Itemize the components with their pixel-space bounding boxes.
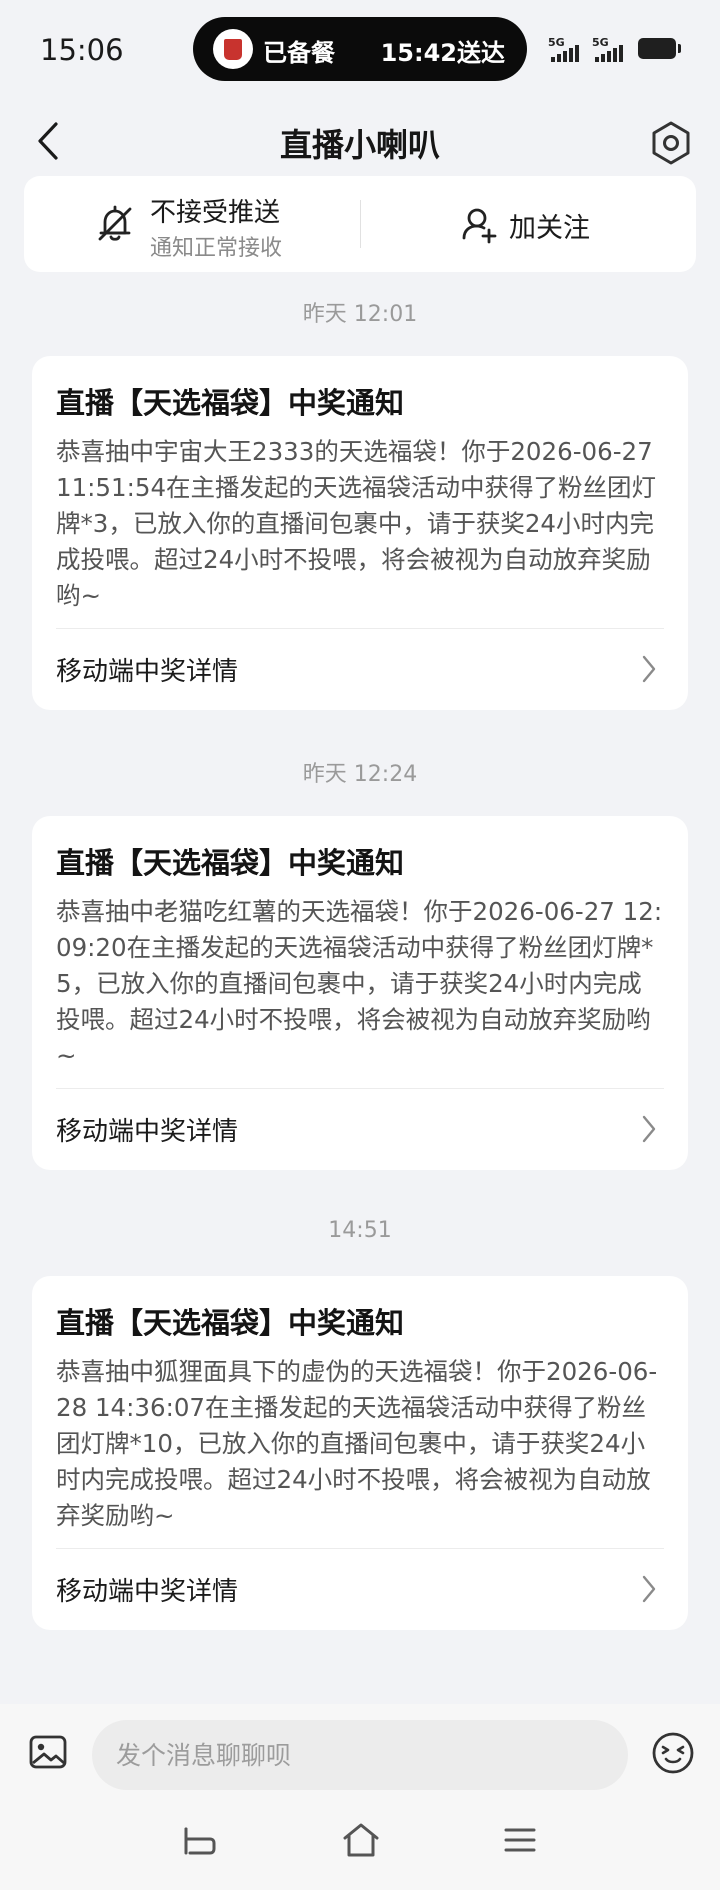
push-toggle[interactable]: 不接受推送 通知正常接收 bbox=[24, 176, 360, 272]
hexagon-settings-icon bbox=[652, 121, 690, 165]
menu-icon bbox=[504, 1828, 536, 1852]
nav-home-button[interactable] bbox=[340, 1820, 382, 1860]
chevron-right-icon bbox=[642, 1575, 656, 1603]
battery-icon bbox=[638, 38, 681, 59]
message-title: 直播【天选福袋】中奖通知 bbox=[56, 386, 405, 420]
push-settings-panel: 不接受推送 通知正常接收 加关注 bbox=[24, 176, 696, 272]
message-card: 直播【天选福袋】中奖通知 恭喜抽中狐狸面具下的虚伪的天选福袋！你于2026-06… bbox=[32, 1276, 688, 1630]
add-follow-icon bbox=[462, 208, 497, 244]
header: 直播小喇叭 bbox=[0, 96, 720, 186]
prize-details-link[interactable]: 移动端中奖详情 bbox=[32, 1089, 688, 1170]
push-title: 不接受推送 bbox=[150, 198, 281, 228]
emoji-button[interactable] bbox=[650, 1730, 696, 1776]
message-timestamp: 昨天 12:01 bbox=[302, 302, 418, 327]
island-eta: 15:42送达 bbox=[380, 39, 505, 67]
message-composer bbox=[0, 1704, 720, 1800]
follow-button[interactable]: 加关注 bbox=[361, 176, 696, 272]
emoji-icon bbox=[652, 1732, 694, 1774]
message-card: 直播【天选福袋】中奖通知 恭喜抽中老猫吃红薯的天选福袋！你于2026-06-27… bbox=[32, 816, 688, 1170]
prize-details-label: 移动端中奖详情 bbox=[56, 1117, 239, 1147]
island-status: 已备餐 bbox=[263, 39, 335, 67]
prize-details-label: 移动端中奖详情 bbox=[56, 1577, 239, 1607]
message-timestamp: 昨天 12:24 bbox=[302, 762, 418, 787]
message-body: 恭喜抽中狐狸面具下的虚伪的天选福袋！你于2026-06-28 14:36:07在… bbox=[56, 1357, 658, 1530]
chevron-right-icon bbox=[642, 1115, 656, 1143]
signal-icon: 5G bbox=[548, 36, 586, 62]
bell-off-icon bbox=[98, 205, 132, 241]
system-navigation-bar bbox=[0, 1800, 720, 1890]
nav-back-icon bbox=[184, 1827, 216, 1855]
message-title: 直播【天选福袋】中奖通知 bbox=[56, 1306, 405, 1340]
message-body: 恭喜抽中老猫吃红薯的天选福袋！你于2026-06-27 12:09:20在主播发… bbox=[56, 897, 663, 1070]
cup-icon bbox=[213, 29, 253, 69]
prize-details-link[interactable]: 移动端中奖详情 bbox=[32, 1549, 688, 1630]
home-icon bbox=[343, 1823, 379, 1857]
signal-icon: 5G bbox=[592, 36, 630, 62]
message-body: 恭喜抽中宇宙大王2333的天选福袋！你于2026-06-27 11:51:54在… bbox=[56, 437, 657, 610]
status-bar: 15:06 已备餐 15:42送达 5G 5G bbox=[0, 0, 720, 96]
chevron-right-icon bbox=[642, 655, 656, 683]
prize-details-link[interactable]: 移动端中奖详情 bbox=[32, 629, 688, 710]
push-subtitle: 通知正常接收 bbox=[150, 236, 283, 261]
nav-menu-button[interactable] bbox=[502, 1824, 538, 1856]
prize-details-label: 移动端中奖详情 bbox=[56, 657, 239, 687]
image-button[interactable] bbox=[26, 1730, 70, 1774]
message-card: 直播【天选福袋】中奖通知 恭喜抽中宇宙大王2333的天选福袋！你于2026-06… bbox=[32, 356, 688, 710]
message-title: 直播【天选福袋】中奖通知 bbox=[56, 846, 405, 880]
nav-back-button[interactable] bbox=[180, 1824, 218, 1858]
message-input[interactable] bbox=[92, 1720, 628, 1790]
dynamic-island[interactable]: 已备餐 15:42送达 bbox=[193, 17, 527, 81]
message-timestamp: 14:51 bbox=[328, 1218, 392, 1243]
image-icon bbox=[29, 1735, 67, 1769]
status-time: 15:06 bbox=[40, 33, 124, 67]
settings-button[interactable] bbox=[648, 120, 694, 166]
page-title: 直播小喇叭 bbox=[279, 126, 440, 164]
follow-label: 加关注 bbox=[509, 213, 590, 244]
